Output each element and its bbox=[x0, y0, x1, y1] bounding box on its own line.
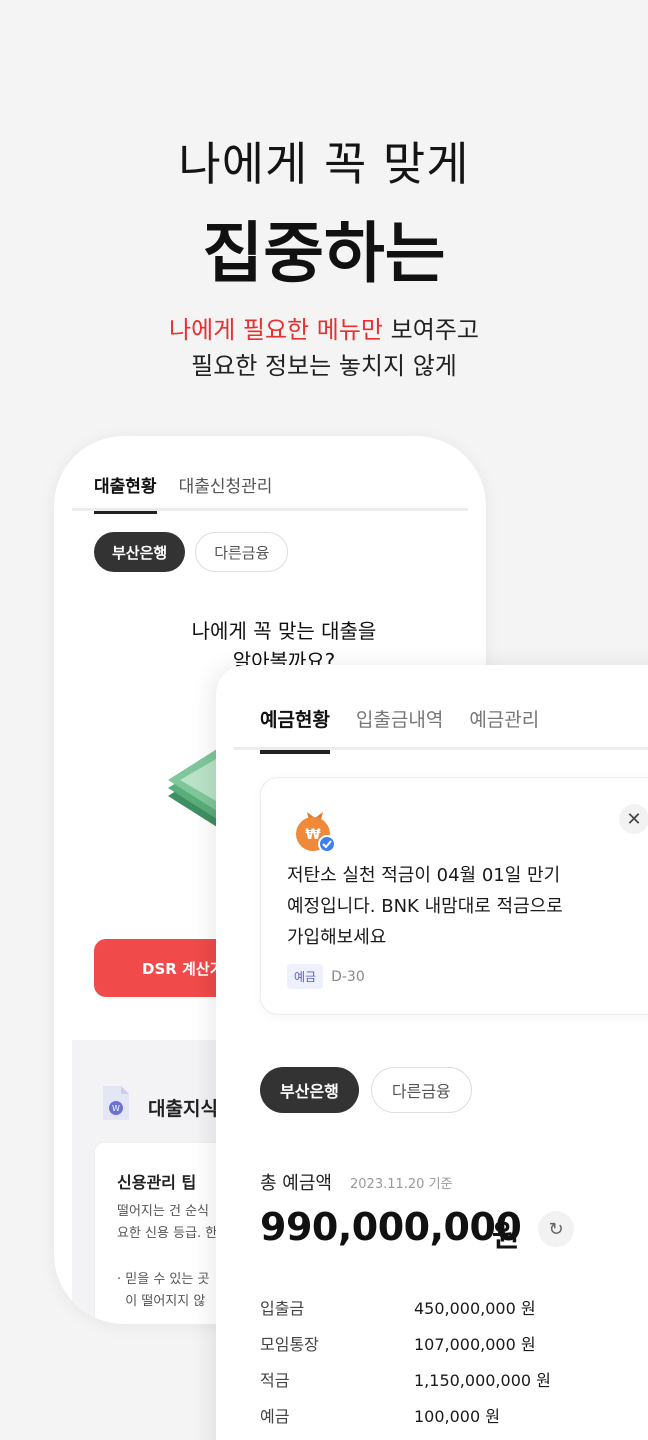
tip-body: 떨어지는 건 순식 요한 신용 등급. 한 bbox=[117, 1201, 217, 1245]
breakdown-row[interactable]: 예금 100,000 원 bbox=[260, 1397, 620, 1433]
breakdown-name: 예금 bbox=[260, 1407, 290, 1426]
tip-title: 신용관리 팁 bbox=[117, 1173, 197, 1192]
notice-line3: 가입해보세요 bbox=[287, 927, 387, 948]
total-deposit-date: 2023.11.20 기준 bbox=[350, 1177, 453, 1192]
breakdown-name: 모임통장 bbox=[260, 1335, 319, 1354]
total-deposit-unit: 원 bbox=[492, 1219, 520, 1254]
hero-title-line1: 나에게 꼭 맞게 bbox=[178, 137, 470, 191]
tip-body-line2: 요한 신용 등급. 한 bbox=[117, 1226, 218, 1241]
tip-bullet-line2: 이 떨어지지 않 bbox=[125, 1294, 206, 1309]
loan-knowledge-title: 대출지식 bbox=[148, 1098, 218, 1120]
deposit-breakdown: 입출금 450,000,000 원 모임통장 107,000,000 원 적금 … bbox=[260, 1289, 620, 1433]
breakdown-row[interactable]: 입출금 450,000,000 원 bbox=[260, 1289, 620, 1325]
hero-subtitle-accent: 나에게 필요한 메뉴만 bbox=[169, 316, 384, 344]
hero-subtitle-line2: 필요한 정보는 놓치지 않게 bbox=[191, 352, 457, 380]
notice-meta: 예금 D-30 bbox=[287, 964, 365, 989]
breakdown-value: 100,000 원 bbox=[414, 1407, 500, 1426]
breakdown-row[interactable]: 모임통장 107,000,000 원 bbox=[260, 1325, 620, 1361]
hero-subtitle-line1: 나에게 필요한 메뉴만 보여주고 bbox=[0, 310, 648, 345]
deposit-tag: 예금 bbox=[287, 964, 324, 989]
deposit-bank-filter: 부산은행 다른금융 bbox=[260, 1067, 472, 1113]
total-deposit-amount: 990,000,000 bbox=[260, 1205, 522, 1249]
breakdown-name: 적금 bbox=[260, 1371, 290, 1390]
maturity-notice-card[interactable]: ₩ ✕ 저탄소 실천 적금이 04월 01일 만기 예정입니다. BNK 내맘대… bbox=[260, 777, 648, 1015]
close-icon[interactable]: ✕ bbox=[619, 804, 648, 834]
loan-question-line1: 나에게 꼭 맞는 대출을 bbox=[191, 619, 377, 643]
breakdown-name: 입출금 bbox=[260, 1299, 305, 1318]
notice-line2: 예정입니다. BNK 내맘대로 적금으로 bbox=[287, 896, 563, 917]
total-deposit-label: 총 예금액 bbox=[260, 1173, 332, 1194]
notice-line1: 저탄소 실천 적금이 04월 01일 만기 bbox=[287, 865, 561, 886]
money-bag-icon: ₩ bbox=[296, 812, 336, 853]
hero-title-line2: 집중하는 bbox=[202, 215, 446, 292]
chip-busan-bank[interactable]: 부산은행 bbox=[94, 532, 186, 572]
breakdown-value: 1,150,000,000 원 bbox=[414, 1371, 551, 1390]
breakdown-row[interactable]: 적금 1,150,000,000 원 bbox=[260, 1361, 620, 1397]
notice-message: 저탄소 실천 적금이 04월 01일 만기 예정입니다. BNK 내맘대로 적금… bbox=[287, 860, 617, 953]
deposit-screen: 예금현황 입출금내역 예금관리 ₩ ✕ 저탄소 실천 적금이 04월 01일 만… bbox=[216, 665, 648, 1440]
chip-other-finance[interactable]: 다른금융 bbox=[195, 532, 289, 572]
breakdown-value: 450,000,000 원 bbox=[414, 1299, 536, 1318]
chip-other-finance[interactable]: 다른금융 bbox=[370, 1067, 472, 1113]
hero-subtitle-rest: 보여주고 bbox=[383, 316, 479, 344]
breakdown-value: 107,000,000 원 bbox=[414, 1335, 536, 1354]
svg-text:W: W bbox=[112, 1104, 120, 1113]
dday-label: D-30 bbox=[331, 968, 365, 985]
tip-bullet-line1: 믿을 수 있는 곳 bbox=[125, 1272, 210, 1287]
tip-bullet: · 믿을 수 있는 곳 이 떨어지지 않 bbox=[117, 1272, 210, 1309]
tab-divider bbox=[234, 747, 648, 750]
tip-body-line1: 떨어지는 건 순식 bbox=[117, 1204, 209, 1219]
refresh-icon[interactable]: ↻ bbox=[538, 1211, 574, 1247]
loan-bank-filter: 부산은행 다른금융 bbox=[94, 532, 289, 572]
document-icon: W bbox=[103, 1086, 129, 1120]
tab-divider bbox=[72, 508, 468, 511]
chip-busan-bank[interactable]: 부산은행 bbox=[260, 1067, 359, 1113]
